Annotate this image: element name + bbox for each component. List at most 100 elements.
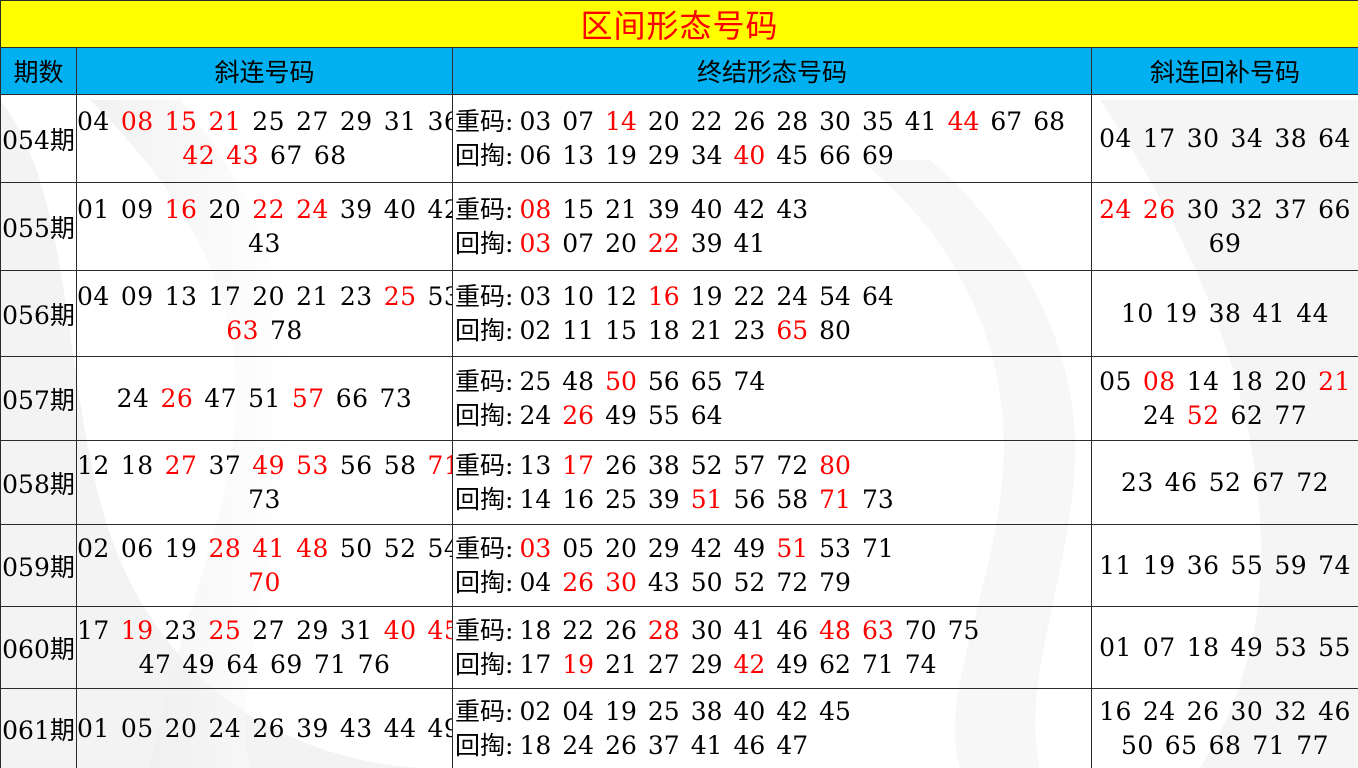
number: 50 (1120, 730, 1154, 760)
number: 18 (519, 730, 552, 760)
highlighted-number: 21 (208, 106, 242, 136)
number: 11 (1099, 550, 1132, 580)
highlighted-number: 26 (562, 567, 595, 597)
number-line: 63 78 (78, 314, 452, 348)
repeat-line: 重码: 03 05 20 29 42 49 51 53 71 (455, 532, 1091, 566)
number: 21 (690, 315, 723, 345)
terminal-pattern-cell: 重码: 08 15 21 39 40 42 43 回掏: 03 07 20 22 39 41 (452, 182, 1092, 271)
complement-numbers-cell: 11 19 36 55 59 74 (1090, 524, 1358, 607)
header-diagonal-numbers: 斜连号码 (76, 47, 453, 95)
number: 01 (77, 194, 110, 224)
number: 56 (339, 450, 373, 480)
number: 38 (647, 450, 680, 480)
back-line: 回掏: 18 24 26 37 41 46 47 (455, 729, 1091, 763)
repeat-line: 重码: 13 17 26 38 52 57 72 80 (455, 449, 1091, 483)
number: 35 (861, 106, 894, 136)
period-cell: 054期 (0, 94, 77, 183)
period-cell: 057期 (0, 356, 77, 441)
number: 12 (77, 450, 110, 480)
number: 07 (562, 106, 595, 136)
period-cell: 055期 (0, 182, 77, 271)
number: 25 (647, 696, 680, 726)
period-cell: 056期 (0, 270, 77, 357)
number: 24 (562, 730, 595, 760)
number: 47 (776, 730, 809, 760)
spreadsheet-sheet: 区间形态号码 期数 斜连号码 终结形态号码 斜连回补号码 054期 04 08 15 2… (0, 0, 1358, 768)
number: 47 (138, 649, 172, 679)
number: 58 (383, 450, 417, 480)
number: 43 (339, 713, 373, 743)
table-title: 区间形态号码 (0, 0, 1358, 48)
number: 78 (270, 315, 303, 345)
highlighted-number: 57 (291, 383, 325, 413)
repeat-line: 重码: 03 10 12 16 19 22 24 54 64 (455, 280, 1091, 314)
back-line-label: 回掏: (455, 649, 514, 679)
number: 46 (733, 730, 766, 760)
table-row: 054期04081521252729313642436768重码:0307142… (0, 94, 1358, 183)
number: 37 (208, 450, 242, 480)
terminal-pattern-cell: 重码: 02 04 19 25 38 40 42 45 回掏: 18 24 26 37 41 46 47 (452, 688, 1092, 768)
number: 38 (1208, 298, 1242, 328)
number: 39 (647, 484, 680, 514)
number: 24 (1142, 400, 1176, 430)
number-line: 01 05 20 24 26 39 43 44 49 (78, 712, 452, 746)
back-line-label: 回掏: (455, 484, 514, 514)
number: 75 (947, 615, 980, 645)
table-row: 059期02 06 19 28 41 48 50 52 54 70 重码:03 05 20 29 42 49 5… (0, 524, 1358, 607)
number: 17 (519, 649, 552, 679)
number: 02 (77, 533, 110, 563)
highlighted-number: 80 (819, 450, 851, 480)
number: 64 (861, 281, 894, 311)
number-line: 05 08 14 18 20 21 (1093, 365, 1358, 399)
number: 18 (1230, 366, 1264, 396)
number: 41 (733, 228, 766, 258)
highlighted-number: 63 (861, 615, 894, 645)
number: 20 (605, 228, 637, 258)
number: 23 (1120, 467, 1154, 497)
number: 15 (605, 315, 637, 345)
number-line: 42 43 67 68 (78, 139, 452, 173)
highlighted-number: 42 (182, 140, 216, 170)
number: 49 (427, 713, 452, 743)
number: 58 (776, 484, 809, 514)
highlighted-number: 50 (605, 366, 637, 396)
number: 27 (296, 106, 329, 136)
number: 01 (1099, 632, 1132, 662)
highlighted-number: 26 (160, 383, 194, 413)
highlighted-number: 16 (647, 281, 680, 311)
terminal-pattern-cell: 重码: 25 48 50 56 65 74 回掏: 24 26 49 55 64 (452, 356, 1092, 441)
number: 26 (605, 615, 637, 645)
number: 20 (164, 713, 198, 743)
number: 55 (1318, 632, 1351, 662)
repeat-line: 重码: 02 04 19 25 38 40 42 45 (455, 695, 1091, 729)
number: 29 (339, 106, 373, 136)
number-line: 24 26 47 51 57 66 73 (78, 382, 452, 416)
number: 13 (164, 281, 198, 311)
number: 44 (1296, 298, 1330, 328)
number: 74 (1318, 550, 1351, 580)
number: 20 (252, 281, 286, 311)
number-line: 16 24 26 30 32 46 (1093, 695, 1358, 729)
number: 23 (339, 281, 373, 311)
number: 24 (116, 383, 150, 413)
highlighted-number: 25 (208, 615, 242, 645)
diagonal-numbers-cell: 17 19 23 25 27 29 31 40 45 47 49 64 69 71 76 (76, 606, 453, 689)
number: 73 (379, 383, 413, 413)
number: 69 (270, 649, 303, 679)
number: 41 (1252, 298, 1286, 328)
number: 18 (519, 615, 552, 645)
diagonal-numbers-cell: 04 09 13 17 20 21 23 25 53 63 78 (76, 270, 453, 357)
repeat-line: 重码: 08 15 21 39 40 42 43 (455, 193, 1091, 227)
period-cell: 061期 (0, 688, 77, 768)
highlighted-number: 25 (383, 281, 417, 311)
period-cell: 060期 (0, 606, 77, 689)
number: 06 (120, 533, 154, 563)
table-row: 056期04 09 13 17 20 21 23 25 53 63 78 重码:03 10 12 16 19 2… (0, 270, 1358, 357)
number: 65 (1164, 730, 1198, 760)
number: 71 (313, 649, 347, 679)
highlighted-number: 24 (296, 194, 329, 224)
number: 68 (1208, 730, 1242, 760)
number: 27 (252, 615, 286, 645)
number: 76 (357, 649, 391, 679)
number: 24 (519, 400, 552, 430)
